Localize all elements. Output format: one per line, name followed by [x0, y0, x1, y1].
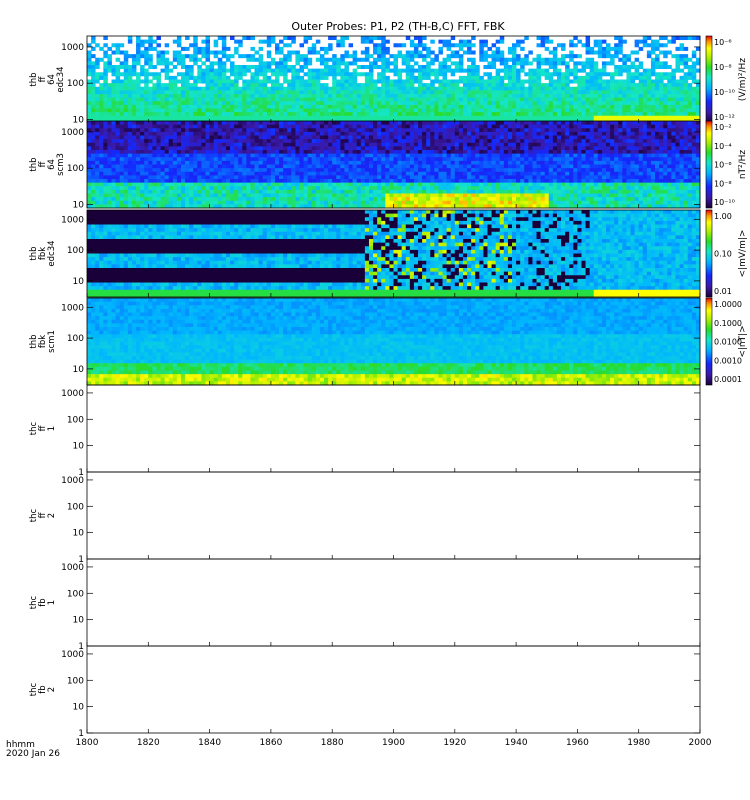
y-tick-label: 10 [73, 703, 85, 713]
y-tick-label: 10 [73, 616, 85, 626]
colorbar: 10⁻² 10⁻⁴ 10⁻⁶ 10⁻⁸ 10⁻¹⁰ nT²/Hz [705, 120, 748, 209]
panels-group: 10⁻⁶10⁻⁸10⁻¹⁰10⁻¹²(V/m)²/Hz101001000thb f… [29, 35, 748, 739]
colorbar: 1.00000.10000.01000.00100.0001<|nT|> [705, 297, 748, 386]
panel-label-line: 1 [47, 426, 57, 431]
x-tick-label: 1940 [505, 738, 528, 748]
spectrogram-image [87, 121, 701, 209]
spectrogram-image [87, 36, 701, 124]
panel-2: 10⁻²10⁻⁴10⁻⁶10⁻⁸10⁻¹⁰nT²/Hz101001000thb f… [29, 120, 748, 210]
y-tick-label: 10 [73, 365, 85, 375]
colorbar-tick-label: 10⁻¹² [714, 113, 735, 122]
chart-title: Outer Probes: P1, P2 (TH-B,C) FFT, FBK [291, 20, 505, 33]
colorbar-tick-label: 0.0001 [714, 375, 742, 384]
x-tick-label: 1860 [259, 738, 282, 748]
y-tick-label: 10 [73, 442, 85, 452]
panel-frame [86, 384, 701, 473]
y-tick-label: 1000 [61, 476, 84, 486]
y-tick-label: 1000 [61, 650, 84, 660]
panel-label-line: edc34 [47, 240, 57, 266]
y-tick-label: 100 [67, 589, 84, 599]
y-tick-label: 1000 [61, 215, 84, 225]
colorbar-tick-label: 1.00 [714, 212, 732, 221]
colorbar-tick-label: 10⁻¹⁰ [714, 88, 735, 97]
colorbar-tick-label: 10⁻⁴ [714, 142, 732, 151]
y-tick-label: 1000 [61, 128, 84, 138]
panel-frame [86, 471, 701, 560]
y-tick-label: 1000 [61, 389, 84, 399]
y-tick-label: 10 [73, 529, 85, 539]
panel-label-line: scm1 [47, 330, 57, 353]
colorbar-tick-label: 10⁻² [714, 123, 732, 132]
panel-label-line: scm3 [56, 153, 66, 176]
colorbar-tick-label: 1.0000 [714, 300, 742, 309]
x-tick-label: 1820 [137, 738, 160, 748]
panel-6: 1101001000thc ff 2 [29, 471, 701, 565]
y-tick-label: 100 [67, 79, 84, 89]
x-tick-label: 1880 [321, 738, 344, 748]
colorbar-tick-label: 10⁻⁸ [714, 179, 732, 188]
panel-5: 1101001000thc ff 1 [29, 384, 701, 478]
x-tick-label: 2000 [689, 738, 712, 748]
colorbar-unit-label: <|nT|> [738, 325, 748, 357]
x-tick-label: 1920 [443, 738, 466, 748]
spectrogram-image [87, 298, 701, 386]
colorbar-tick-label: 10⁻⁸ [714, 63, 732, 72]
x-tick-label: 1840 [198, 738, 221, 748]
colorbar-unit-label: nT²/Hz [738, 150, 748, 180]
x-footer-date: 2020 Jan 26 [6, 749, 60, 759]
y-tick-label: 1000 [61, 563, 84, 573]
y-tick-label: 100 [67, 164, 84, 174]
panel-3: 1.000.100.01<|mV/m|>101001000thb fbk edc34 [29, 209, 748, 298]
y-tick-label: 1000 [61, 43, 84, 53]
colorbar-tick-label: 0.10 [714, 250, 732, 259]
y-tick-label: 10 [73, 115, 85, 125]
y-tick-label: 100 [67, 246, 84, 256]
colorbar-tick-label: 10⁻⁶ [714, 38, 732, 47]
panel-4: 1.00000.10000.01000.00100.0001<|nT|>1010… [29, 297, 748, 386]
panel-7: 1101001000thc fb 1 [29, 558, 701, 652]
colorbar-tick-label: 10⁻¹⁰ [714, 198, 735, 207]
colorbar-unit-label: <|mV/m|> [738, 230, 748, 278]
x-tick-label: 1960 [566, 738, 589, 748]
colorbar: 1.00 0.10 0.01 <|mV/m|> [705, 209, 748, 298]
colorbar: 10⁻⁶ 10⁻⁸ 10⁻¹⁰ 10⁻¹² (V/m)²/Hz [705, 35, 748, 124]
y-tick-label: 100 [67, 502, 84, 512]
panel-label-line: edc34 [56, 66, 66, 92]
y-tick-label: 100 [67, 676, 84, 686]
y-tick-label: 1000 [61, 303, 84, 313]
y-tick-label: 100 [67, 415, 84, 425]
y-tick-label: 100 [67, 334, 84, 344]
panel-label-line: 1 [47, 600, 57, 605]
colorbar-tick-label: 0.01 [714, 287, 732, 296]
spectrogram-figure: Outer Probes: P1, P2 (TH-B,C) FFT, FBK 1… [6, 20, 748, 759]
panel-frame [86, 558, 701, 647]
panel-label-line: 2 [47, 513, 57, 518]
panel-frame [86, 645, 701, 734]
y-tick-label: 10 [73, 277, 85, 287]
panel-1: 10⁻⁶10⁻⁸10⁻¹⁰10⁻¹²(V/m)²/Hz101001000thb f… [29, 35, 748, 125]
panel-label-line: 2 [47, 687, 57, 692]
y-tick-label: 10 [73, 200, 85, 210]
x-tick-label: 1980 [627, 738, 650, 748]
spectrogram-image [87, 210, 701, 298]
colorbar-unit-label: (V/m)²/Hz [738, 58, 748, 101]
x-tick-label: 1900 [382, 738, 405, 748]
colorbar-tick-label: 10⁻⁶ [714, 161, 732, 170]
panel-8: 1101001000thc fb 2 [29, 645, 701, 739]
x-tick-label: 1800 [76, 738, 99, 748]
